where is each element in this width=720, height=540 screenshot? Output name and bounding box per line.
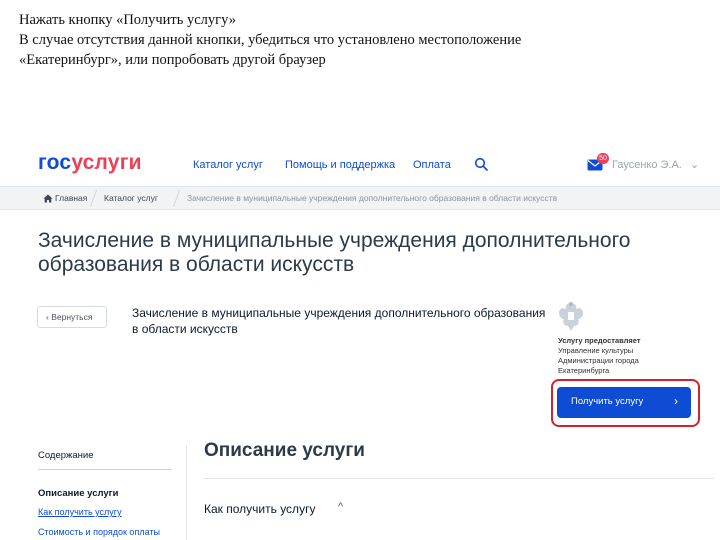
- content-divider: [186, 445, 187, 540]
- home-icon[interactable]: [43, 194, 53, 203]
- sidebar-item-description[interactable]: Описание услуги: [38, 488, 118, 499]
- page-title: Зачисление в муниципальные учреждения до…: [38, 229, 631, 276]
- mail-badge: 50: [597, 153, 609, 164]
- section-title: Описание услуги: [204, 440, 365, 461]
- chevron-up-icon[interactable]: ^: [338, 501, 343, 513]
- instruction-text: Нажать кнопку «Получить услугу» В случае…: [19, 10, 709, 70]
- nav-catalog[interactable]: Каталог услуг: [193, 159, 263, 171]
- search-icon[interactable]: [474, 157, 488, 171]
- gosuslugi-screenshot: госуслуги Каталог услуг Помощь и поддерж…: [0, 140, 720, 540]
- instruction-line-3: «Екатеринбург», или попробовать другой б…: [19, 52, 326, 68]
- instruction-line-2: В случае отсутствия данной кнопки, убеди…: [19, 32, 522, 48]
- coat-of-arms-icon: [559, 302, 583, 331]
- get-service-button-label: Получить услугу: [571, 396, 644, 407]
- provider-heading: Услугу предоставляет: [558, 336, 641, 345]
- logo-part-gos: гос: [38, 151, 72, 174]
- sidebar-divider: [38, 469, 172, 470]
- sidebar-item-how-to-get[interactable]: Как получить услугу: [38, 507, 122, 517]
- breadcrumb-separator: [89, 190, 98, 207]
- get-service-button[interactable]: Получить услугу ›: [557, 387, 691, 418]
- chevron-down-icon[interactable]: ⌄: [690, 158, 699, 171]
- breadcrumb: Главная Каталог услуг Зачисление в муниц…: [0, 186, 720, 210]
- user-name[interactable]: Гаусенко Э.А.: [612, 159, 690, 171]
- breadcrumb-current: Зачисление в муниципальные учреждения до…: [187, 193, 558, 203]
- breadcrumb-catalog[interactable]: Каталог услуг: [104, 193, 158, 203]
- nav-payment[interactable]: Оплата: [413, 159, 451, 171]
- back-button[interactable]: ‹ Вернуться: [37, 306, 107, 328]
- instruction-line-1: Нажать кнопку «Получить услугу»: [19, 12, 236, 28]
- gosuslugi-logo[interactable]: госуслуги: [38, 151, 142, 175]
- chevron-right-icon: ›: [674, 394, 678, 408]
- service-title: Зачисление в муниципальные учреждения до…: [132, 306, 546, 336]
- subsection-how-to-get[interactable]: Как получить услугу: [204, 502, 315, 516]
- nav-help[interactable]: Помощь и поддержка: [285, 159, 395, 171]
- sidebar-item-cost[interactable]: Стоимость и порядок оплаты: [38, 527, 160, 537]
- provider-name[interactable]: Управление культуры Администрации города…: [558, 346, 658, 376]
- section-divider: [204, 478, 714, 479]
- breadcrumb-home[interactable]: Главная: [55, 193, 87, 203]
- logo-part-uslugi: услуги: [71, 151, 142, 174]
- breadcrumb-separator: [172, 190, 181, 207]
- sidebar-heading: Содержание: [38, 450, 94, 461]
